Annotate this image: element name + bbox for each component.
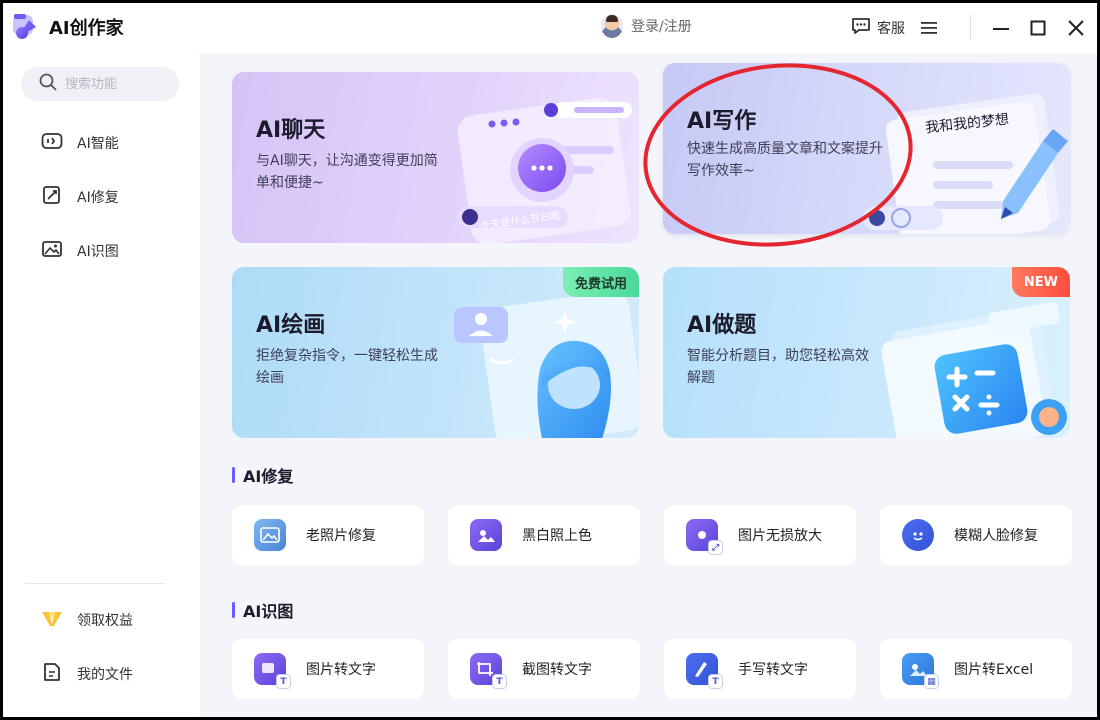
tool-label: 图片转Excel — [954, 662, 1034, 678]
card-title: AI做题 — [687, 313, 757, 338]
new-badge: NEW — [1011, 267, 1070, 297]
ai-smart-icon — [41, 131, 63, 155]
image-recognize-icon — [41, 239, 63, 263]
sidebar-item-my-files[interactable]: 我的文件 — [41, 662, 133, 686]
card-title: AI聊天 — [256, 118, 326, 143]
tool-bw-colorize[interactable]: 黑白照上色 — [448, 505, 640, 565]
login-button[interactable]: 登录/注册 — [601, 14, 692, 38]
tool-lossless-upscale[interactable]: ⤢ 图片无损放大 — [664, 505, 856, 565]
sidebar-divider — [25, 583, 165, 584]
sidebar-item-ai-repair[interactable]: AI修复 — [41, 185, 119, 209]
sidebar: AI智能 AI修复 AI识图 领取权益 我的文件 — [3, 53, 200, 717]
repair-icon — [41, 185, 63, 209]
grid-icon: ▦ — [924, 674, 939, 689]
file-icon — [41, 662, 63, 686]
search-input[interactable] — [65, 76, 165, 92]
tool-label: 老照片修复 — [306, 528, 376, 544]
card-desc: 智能分析题目，助您轻松高效解题 — [687, 348, 869, 386]
app-window: AI创作家 登录/注册 客服 搜索功能 AI智能 AI修复 AI识图 领取权益 … — [3, 3, 1097, 717]
login-label: 登录/注册 — [631, 19, 692, 35]
tool-label: 图片无损放大 — [738, 528, 822, 544]
chat-bubble-icon — [851, 17, 871, 39]
main-content: AI聊天 与AI聊天，让沟通变得更加简单和便捷~ 今天是什么节日呢 AI写作 快… — [200, 50, 1097, 717]
sidebar-item-label: AI修复 — [77, 190, 119, 206]
card-ai-chat[interactable]: AI聊天 与AI聊天，让沟通变得更加简单和便捷~ 今天是什么节日呢 — [232, 72, 639, 243]
tool-label: 模糊人脸修复 — [954, 528, 1038, 544]
customer-service-button[interactable]: 客服 — [851, 17, 905, 39]
sidebar-item-ai-smart[interactable]: AI智能 — [41, 131, 119, 155]
photo-icon — [254, 519, 286, 551]
colorize-icon — [470, 519, 502, 551]
menu-icon[interactable] — [921, 20, 937, 39]
quiz-illustration — [881, 301, 1067, 438]
card-ai-quiz[interactable]: AI做题 智能分析题目，助您轻松高效解题 NEW — [663, 267, 1070, 438]
text-t-icon: T — [276, 674, 291, 689]
service-label: 客服 — [877, 21, 905, 37]
card-desc: 与AI聊天，让沟通变得更加简单和便捷~ — [256, 153, 438, 191]
section-title: AI修复 — [243, 467, 294, 486]
text-t-icon: T — [708, 674, 723, 689]
tool-label: 黑白照上色 — [522, 528, 592, 544]
image-to-excel-icon: ▦ — [902, 653, 939, 689]
tool-image-to-text[interactable]: T 图片转文字 — [232, 639, 424, 699]
sidebar-item-label: AI智能 — [77, 136, 119, 152]
benefits-icon — [41, 608, 63, 632]
tool-handwriting-to-text[interactable]: T 手写转文字 — [664, 639, 856, 699]
handwriting-icon: T — [686, 653, 723, 689]
sidebar-item-benefits[interactable]: 领取权益 — [41, 608, 133, 632]
card-desc: 拒绝复杂指令，一键轻松生成绘画 — [256, 348, 438, 386]
close-button[interactable] — [1065, 17, 1087, 39]
card-title: AI绘画 — [256, 313, 326, 338]
section-accent-bar — [232, 602, 235, 618]
sidebar-item-label: AI识图 — [77, 244, 119, 260]
section-ai-recognize-heading: AI识图 — [232, 598, 293, 622]
tool-image-to-excel[interactable]: ▦ 图片转Excel — [880, 639, 1072, 699]
sidebar-item-label: 领取权益 — [77, 613, 133, 629]
search-icon — [39, 73, 57, 95]
app-logo-icon — [11, 12, 41, 42]
section-ai-repair-heading: AI修复 — [232, 463, 293, 487]
tool-face-repair[interactable]: 模糊人脸修复 — [880, 505, 1072, 565]
drawing-illustration — [454, 291, 639, 438]
tool-screenshot-to-text[interactable]: T 截图转文字 — [448, 639, 640, 699]
text-t-icon: T — [492, 674, 507, 689]
expand-icon: ⤢ — [708, 540, 723, 555]
search-box[interactable] — [21, 67, 179, 101]
section-accent-bar — [232, 467, 235, 483]
screenshot-icon: T — [470, 653, 507, 689]
title-bar: AI创作家 登录/注册 客服 — [3, 3, 1097, 53]
sidebar-item-label: 我的文件 — [77, 667, 133, 683]
tool-label: 图片转文字 — [306, 662, 376, 678]
minimize-button[interactable] — [990, 17, 1012, 39]
tool-old-photo-repair[interactable]: 老照片修复 — [232, 505, 424, 565]
avatar — [601, 14, 623, 38]
image-to-text-icon: T — [254, 653, 291, 689]
card-ai-drawing[interactable]: AI绘画 拒绝复杂指令，一键轻松生成绘画 免费试用 — [232, 267, 639, 438]
sidebar-item-ai-recognize[interactable]: AI识图 — [41, 239, 119, 263]
free-trial-badge: 免费试用 — [562, 267, 639, 297]
tool-label: 手写转文字 — [738, 662, 808, 678]
upscale-icon: ⤢ — [686, 519, 723, 555]
app-title: AI创作家 — [49, 18, 124, 39]
section-title: AI识图 — [243, 602, 294, 621]
tool-label: 截图转文字 — [522, 662, 592, 678]
face-icon — [902, 519, 934, 551]
title-divider — [970, 15, 971, 39]
maximize-button[interactable] — [1027, 17, 1049, 39]
